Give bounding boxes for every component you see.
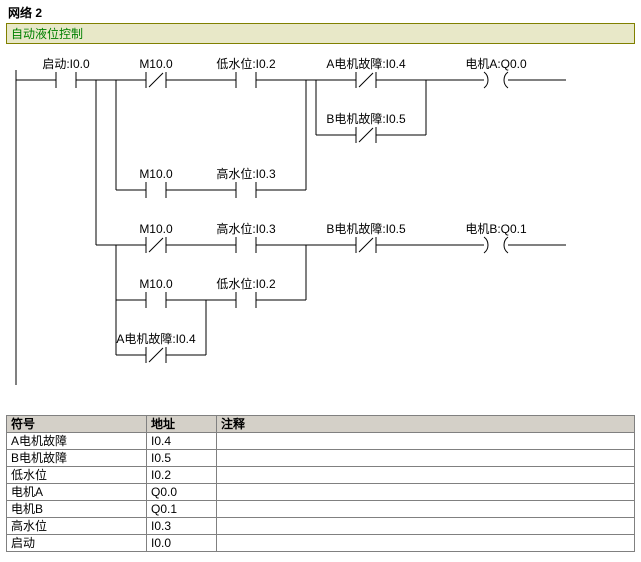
svg-text:B电机故障:I0.5: B电机故障:I0.5 (326, 221, 406, 236)
table-row: 高水位I0.3 (7, 518, 635, 535)
table-row: A电机故障I0.4 (7, 433, 635, 450)
col-symbol: 符号 (7, 416, 147, 433)
svg-text:高水位:I0.3: 高水位:I0.3 (216, 221, 276, 236)
table-row: B电机故障I0.5 (7, 450, 635, 467)
svg-text:M10.0: M10.0 (139, 167, 173, 181)
svg-text:低水位:I0.2: 低水位:I0.2 (216, 56, 276, 71)
symbol-table: 符号 地址 注释 A电机故障I0.4 B电机故障I0.5 低水位I0.2 电机A… (6, 415, 635, 552)
svg-text:A电机故障:I0.4: A电机故障:I0.4 (326, 56, 406, 71)
table-row: 电机AQ0.0 (7, 484, 635, 501)
svg-text:M10.0: M10.0 (139, 57, 173, 71)
svg-text:启动:I0.0: 启动:I0.0 (42, 57, 90, 71)
network-title: 网络 2 (8, 4, 635, 21)
table-row: 低水位I0.2 (7, 467, 635, 484)
table-row: 电机BQ0.1 (7, 501, 635, 518)
svg-text:电机B:Q0.1: 电机B:Q0.1 (465, 222, 527, 236)
svg-text:M10.0: M10.0 (139, 277, 173, 291)
svg-text:电机A:Q0.0: 电机A:Q0.0 (465, 57, 527, 71)
table-header-row: 符号 地址 注释 (7, 416, 635, 433)
col-comment: 注释 (217, 416, 635, 433)
svg-text:M10.0: M10.0 (139, 222, 173, 236)
svg-text:B电机故障:I0.5: B电机故障:I0.5 (326, 111, 406, 126)
col-address: 地址 (147, 416, 217, 433)
svg-text:高水位:I0.3: 高水位:I0.3 (216, 166, 276, 181)
table-row: 启动I0.0 (7, 535, 635, 552)
svg-text:A电机故障:I0.4: A电机故障:I0.4 (116, 331, 196, 346)
svg-text:低水位:I0.2: 低水位:I0.2 (216, 276, 276, 291)
network-description: 自动液位控制 (6, 23, 635, 44)
ladder-diagram: 启动:I0.0 M10.0 低水位:I0.2 A电机故障:I0.4 电机A:Q0… (6, 50, 626, 385)
